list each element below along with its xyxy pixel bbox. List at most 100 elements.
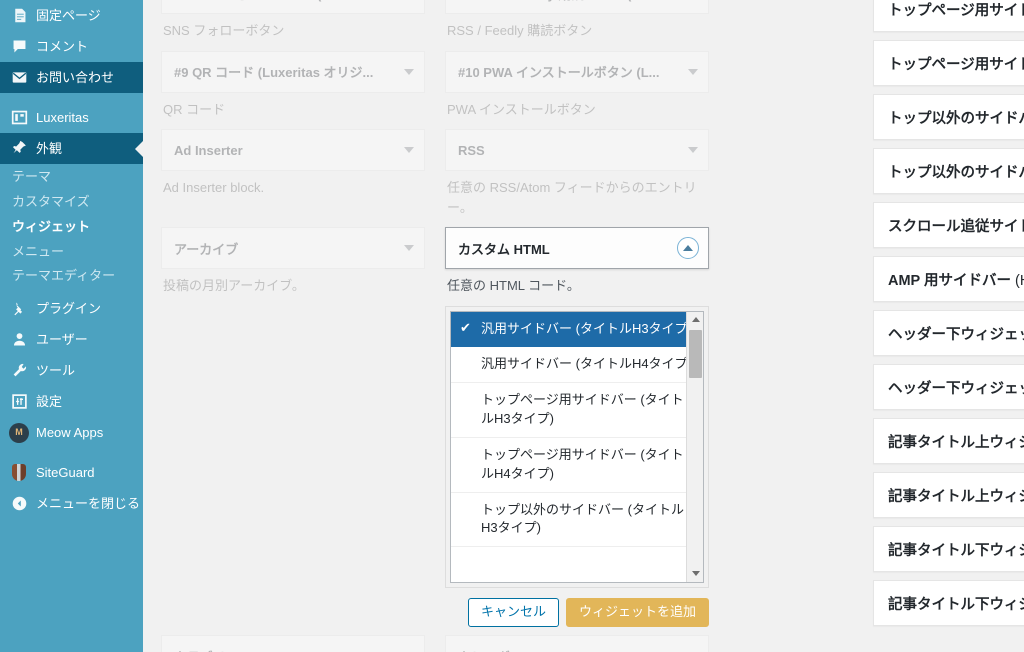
widget-description: 任意の RSS/Atom フィードからのエントリー。 [447,180,697,215]
widget-qr-code[interactable]: #9 QR コード (Luxeritas オリジ... [161,50,425,93]
widget-area-top-sidebar-h3[interactable]: トップページ用サイドバー (タイトルH [873,0,1024,32]
chevron-down-icon [688,147,698,153]
tools-wrench-icon [9,361,29,381]
widget-area-below-post-title-amp[interactable]: 記事タイトル下ウィジェット( AMP 用 [873,580,1024,626]
widget-row: #7 SNS フォローボタン (Luxerita... SNS フォローボタン … [161,0,709,51]
sidebar-option[interactable]: トップページ用サイドバー (タイトルH3タイプ) [451,383,703,438]
widget-area-scroll-follow-sidebar[interactable]: スクロール追従サイドバー (H4タイプ) [873,202,1024,248]
sidebar-item-comments[interactable]: コメント [0,31,143,62]
sidebar-option[interactable]: トップページ用サイドバー (タイトルH4タイプ) [451,438,703,493]
widget-column-left: Ad Inserter Ad Inserter block. [161,129,425,227]
chevron-down-icon [688,68,698,75]
listbox-scrollbar[interactable] [686,311,703,582]
sidebar-item-settings[interactable]: 設定 [0,386,143,417]
widget-area-below-header[interactable]: ヘッダー下ウィジェット [873,310,1024,356]
meow-apps-avatar-icon: M [9,422,29,443]
sidebar-item-label: Luxeritas [36,110,89,125]
sidebar-select-listbox[interactable]: 汎用サイドバー (タイトルH3タイプ) 汎用サイドバー (タイトルH4タイプ) … [450,310,704,583]
mail-icon [9,68,29,88]
widget-calendar[interactable]: カレンダー [445,635,709,652]
widget-column-right: RSS 任意の RSS/Atom フィードからのエントリー。 [445,129,709,227]
widget-description: QR コード [163,101,226,117]
sidebar-option[interactable]: トップ以外のサイドバー (タイトルH3タイプ) [451,493,703,548]
collapse-menu-button[interactable]: メニューを閉じる [0,488,143,519]
wordpress-widgets-screen: 固定ページ コメント お問い合わせ Luxeritas 外観 テーマ カスタマイ… [0,0,1024,652]
submenu-item-customize[interactable]: カスタマイズ [0,190,143,215]
widget-categories[interactable]: カテゴリー [161,635,425,652]
plugins-icon [9,299,29,319]
submenu-item-widgets[interactable]: ウィジェット [0,215,143,240]
widget-area-title: 記事タイトル上ウィジェット [888,434,1024,451]
sidebar-option[interactable]: 汎用サイドバー (タイトルH4タイプ) [451,347,703,384]
chevron-down-icon [404,245,414,251]
siteguard-shield-icon [9,463,29,483]
widget-title: カレンダー [458,647,523,652]
sidebar-item-users[interactable]: ユーザー [0,324,143,355]
settings-sliders-icon [9,392,29,412]
chevron-up-icon[interactable] [677,237,699,259]
sidebar-item-pages[interactable]: 固定ページ [0,0,143,31]
widget-area-top-sidebar-h4[interactable]: トップページ用サイドバー (タイトルH [873,40,1024,86]
widget-custom-html[interactable]: カスタム HTML [445,227,709,269]
sidebar-item-appearance[interactable]: 外観 [0,133,143,164]
widget-area-above-post-title-amp[interactable]: 記事タイトル上ウィジェット( AMP 用 [873,472,1024,518]
widget-description: SNS フォローボタン [163,23,285,38]
sidebar-item-label: ユーザー [36,332,88,348]
admin-sidebar: 固定ページ コメント お問い合わせ Luxeritas 外観 テーマ カスタマイ… [0,0,143,652]
widget-title: アーカイブ [174,241,239,257]
widget-ad-inserter[interactable]: Ad Inserter [161,129,425,171]
sidebar-item-meow-apps[interactable]: M Meow Apps [0,417,143,448]
comments-icon [9,37,29,57]
sidebar-item-tools[interactable]: ツール [0,355,143,386]
widget-area-above-post-title[interactable]: 記事タイトル上ウィジェット [873,418,1024,464]
sidebar-item-plugins[interactable]: プラグイン [0,293,143,324]
widget-column-right: カレンダー [445,635,709,652]
sidebar-option[interactable]: 汎用サイドバー (タイトルH3タイプ) [451,311,703,348]
chevron-down-icon [404,68,414,75]
widget-area-title: 記事タイトル下ウィジェット [888,542,1024,559]
widget-archives[interactable]: アーカイブ [161,227,425,269]
widget-column-right: #8 RSS / Feedly 購読ボタン (Lux... RSS / Feed… [445,0,709,51]
widget-column-left: #9 QR コード (Luxeritas オリジ... QR コード [161,50,425,130]
widget-rss-feedly-button[interactable]: #8 RSS / Feedly 購読ボタン (Lux... [445,0,709,14]
widget-area-title-sub: (H4タイプ) [1015,272,1024,289]
widget-description: PWA インストールボタン [447,101,596,117]
scrollbar-thumb[interactable] [689,329,702,378]
widget-column-left: アーカイブ 投稿の月別アーカイブ。 [161,227,425,627]
widget-area-title-main: 記事タイトル上ウィジェット [888,488,1024,505]
sidebar-item-luxeritas[interactable]: Luxeritas [0,102,143,133]
widget-area-below-header-amp[interactable]: ヘッダー下ウィジェット( AMP 用 ) [873,364,1024,410]
widget-row: アーカイブ 投稿の月別アーカイブ。 カスタム HTML 任意の HTML コード… [161,227,709,628]
widget-pwa-install-button[interactable]: #10 PWA インストールボタン (L... [445,50,709,93]
submenu-item-themes[interactable]: テーマ [0,165,143,190]
sidebar-item-label: コメント [36,39,89,54]
widget-area-below-post-title[interactable]: 記事タイトル下ウィジェット [873,526,1024,572]
widget-area-non-top-sidebar-h4[interactable]: トップ以外のサイドバー (タイトルH4 [873,148,1024,194]
sidebar-item-label: 外観 [36,141,63,156]
widget-area-title: ヘッダー下ウィジェット( AMP 用 ) [888,377,1024,398]
widget-column-right: #10 PWA インストールボタン (L... PWA インストールボタン [445,50,709,130]
sidebar-item-label: 固定ページ [36,8,101,23]
submenu-item-theme-editor[interactable]: テーマエディター [0,264,143,289]
scroll-up-arrow-icon[interactable] [687,312,703,328]
widget-row: #9 QR コード (Luxeritas オリジ... QR コード #10 P… [161,50,709,130]
widget-sns-follow-button[interactable]: #7 SNS フォローボタン (Luxerita... [161,0,425,14]
scroll-down-arrow-icon[interactable] [687,566,703,582]
luxeritas-icon [9,108,29,128]
widget-column-left: カテゴリー [161,635,425,652]
add-widget-button[interactable]: ウィジェットを追加 [565,597,709,628]
sidebar-item-label: メニューを閉じる [36,496,141,512]
menu-separator [0,448,143,457]
widget-area-non-top-sidebar-h3[interactable]: トップ以外のサイドバー (タイトルH3 [873,94,1024,140]
sidebar-item-siteguard[interactable]: SiteGuard [0,457,143,488]
widget-area-title: トップ以外のサイドバー (タイトルH4 [888,164,1024,181]
widget-area-title: AMP 用サイドバー (H4タイプ) [888,269,1024,290]
sidebar-item-contact[interactable]: お問い合わせ [0,62,143,93]
sidebar-item-label: ツール [36,363,76,379]
cancel-button[interactable]: キャンセル [467,597,559,628]
widget-rss[interactable]: RSS [445,129,709,171]
submenu-item-menus[interactable]: メニュー [0,240,143,265]
widget-row: Ad Inserter Ad Inserter block. RSS 任意の R… [161,129,709,227]
users-icon [9,330,29,350]
widget-area-amp-sidebar[interactable]: AMP 用サイドバー (H4タイプ) [873,256,1024,302]
